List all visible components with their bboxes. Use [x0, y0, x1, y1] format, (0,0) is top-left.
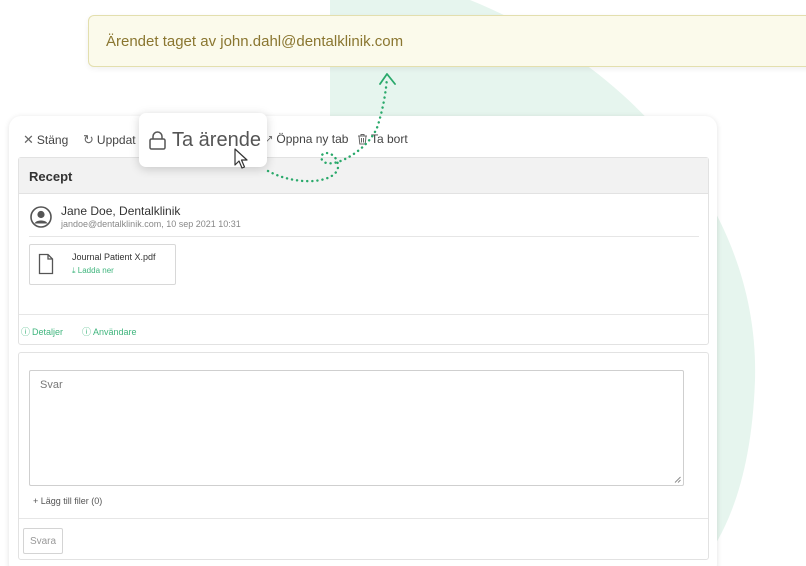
- ticket-title: Recept: [19, 158, 708, 194]
- open-new-tab-label: Öppna ny tab: [276, 132, 349, 146]
- refresh-icon: ↻: [83, 132, 94, 147]
- trash-icon: [358, 134, 367, 145]
- notification-toast: Ärendet taget av john.dahl@dentalklinik.…: [88, 15, 806, 67]
- divider: [19, 518, 708, 519]
- info-icon: ⓘ: [82, 327, 92, 337]
- attachment[interactable]: Journal Patient X.pdf ⤓ Ladda ner: [29, 244, 176, 285]
- delete-button[interactable]: Ta bort: [357, 132, 408, 146]
- attachment-filename: Journal Patient X.pdf: [72, 252, 156, 262]
- users-link[interactable]: ⓘ Användare: [82, 325, 137, 338]
- resize-handle-icon[interactable]: [674, 476, 681, 483]
- reply-placeholder: Svar: [40, 379, 63, 391]
- toolbar: ✕ Stäng ↻ Uppdat ↗ Öppna ny tab Ta bort: [9, 116, 717, 156]
- close-icon: ✕: [23, 132, 34, 147]
- download-icon: ⤓: [72, 266, 76, 275]
- close-label: Stäng: [36, 133, 69, 147]
- add-files-label: Lägg till filer (0): [40, 496, 103, 506]
- divider: [29, 236, 699, 237]
- update-label: Uppdat: [96, 133, 136, 147]
- close-button[interactable]: ✕ Stäng: [23, 132, 68, 148]
- download-link[interactable]: ⤓ Ladda ner: [72, 266, 114, 276]
- sender-meta: jandoe@dentalklinik.com, 10 sep 2021 10:…: [61, 219, 241, 229]
- file-icon: [38, 253, 54, 275]
- notification-text: Ärendet taget av john.dahl@dentalklinik.…: [106, 33, 404, 50]
- update-button[interactable]: ↻ Uppdat: [83, 132, 136, 148]
- details-label: Detaljer: [32, 326, 64, 337]
- details-link[interactable]: ⓘ Detaljer: [21, 325, 63, 338]
- open-new-tab-button[interactable]: ↗ Öppna ny tab: [265, 132, 348, 146]
- add-files-button[interactable]: + Lägg till filer (0): [33, 496, 102, 506]
- message-card: Recept Jane Doe, Dentalklinik jandoe@den…: [18, 157, 709, 345]
- send-button[interactable]: Svara: [23, 528, 63, 554]
- reply-textarea[interactable]: Svar: [29, 370, 684, 486]
- card-footer: ⓘ Detaljer ⓘ Användare: [19, 314, 708, 344]
- avatar-icon: [30, 206, 52, 228]
- ticket-panel: ✕ Stäng ↻ Uppdat ↗ Öppna ny tab Ta bort …: [9, 116, 717, 566]
- plus-icon: +: [33, 496, 41, 506]
- download-label: Ladda ner: [77, 266, 114, 275]
- delete-label: Ta bort: [371, 132, 408, 146]
- reply-section: Svar + Lägg till filer (0) Svara: [18, 352, 709, 560]
- sender-name: Jane Doe, Dentalklinik: [61, 204, 181, 218]
- lock-icon: [149, 130, 166, 150]
- users-label: Användare: [93, 326, 137, 337]
- info-icon: ⓘ: [21, 327, 31, 337]
- mouse-cursor-icon: [234, 148, 248, 169]
